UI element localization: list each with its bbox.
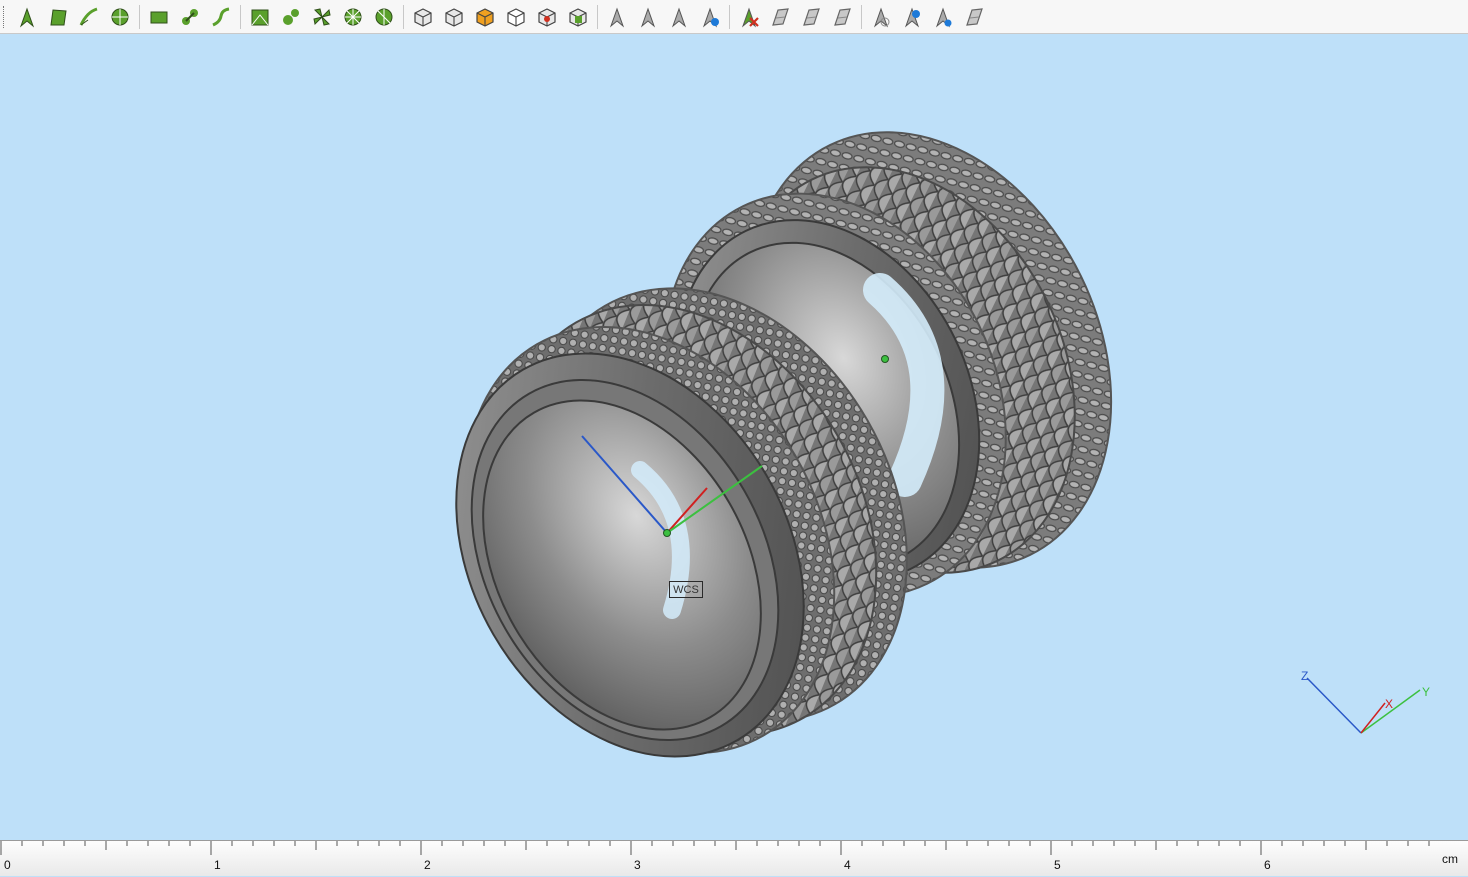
- triad-y-label: Y: [1422, 685, 1431, 699]
- arrow-delete-button[interactable]: [736, 4, 762, 30]
- link-select-icon: [179, 6, 201, 28]
- main-toolbar: [0, 0, 1468, 34]
- arrow-lines-icon: [637, 6, 659, 28]
- arrow-gauge-icon: [870, 6, 892, 28]
- cube-grid-button[interactable]: [565, 4, 591, 30]
- wcs-origin-point[interactable]: [663, 529, 671, 537]
- ruler-label: 4: [844, 858, 851, 872]
- cube-grid-icon: [567, 6, 589, 28]
- select-sphere-button[interactable]: [107, 4, 133, 30]
- surface-flat-icon: [831, 6, 853, 28]
- measurement-ruler: 0 1 2 3 4 5 6 cm: [0, 840, 1468, 876]
- triad-z-axis: [1306, 677, 1362, 734]
- arrow-multi-button[interactable]: [666, 4, 692, 30]
- toolbar-separator: [403, 4, 404, 29]
- arrow-pick-button[interactable]: [604, 4, 630, 30]
- ruler-label: 3: [634, 858, 641, 872]
- toolbar-grip[interactable]: [3, 5, 6, 28]
- toolbar-separator: [597, 4, 598, 29]
- mesh-select-button[interactable]: [247, 4, 273, 30]
- 3d-viewport[interactable]: WCS Z Y X: [0, 35, 1468, 840]
- ruler-label: 6: [1264, 858, 1271, 872]
- wheel-partial-select-button[interactable]: [371, 4, 397, 30]
- scene-canvas[interactable]: [0, 35, 1468, 840]
- select-sphere-icon: [109, 6, 131, 28]
- surface-shade-icon: [769, 6, 791, 28]
- toolbar-separator: [139, 4, 140, 29]
- ruler-label: 1: [214, 858, 221, 872]
- triad-z-label: Z: [1301, 669, 1309, 683]
- pivot-point[interactable]: [881, 355, 889, 363]
- select-curve-button[interactable]: [76, 4, 102, 30]
- toolbar-separator: [240, 4, 241, 29]
- cube-edges-icon: [443, 6, 465, 28]
- arrow-multi-icon: [668, 6, 690, 28]
- toolbar-separator: [861, 4, 862, 29]
- arrow-globe-icon: [699, 6, 721, 28]
- surface-copy-button[interactable]: [798, 4, 824, 30]
- path-select-button[interactable]: [208, 4, 234, 30]
- arrow-globe-button[interactable]: [697, 4, 723, 30]
- ruler-label: 2: [424, 858, 431, 872]
- select-arrow-button[interactable]: [14, 4, 40, 30]
- colored-cube-icon: [474, 6, 496, 28]
- surface-flat-button[interactable]: [829, 4, 855, 30]
- arrow-lines-button[interactable]: [635, 4, 661, 30]
- solid-cube-button[interactable]: [410, 4, 436, 30]
- wcs-label: WCS: [669, 581, 703, 598]
- path-select-icon: [210, 6, 232, 28]
- arrow-info-button[interactable]: [899, 4, 925, 30]
- wheel-select-icon: [342, 6, 364, 28]
- toolbar-separator: [729, 4, 730, 29]
- colored-cube-button[interactable]: [472, 4, 498, 30]
- solid-cube-icon: [412, 6, 434, 28]
- wire-cube-icon: [505, 6, 527, 28]
- cube-record-button[interactable]: [534, 4, 560, 30]
- clover-select-button[interactable]: [309, 4, 335, 30]
- arrow-target-icon: [932, 6, 954, 28]
- mesh-select-icon: [249, 6, 271, 28]
- toolbar-buttons: [14, 4, 992, 30]
- triad-x-label: X: [1385, 697, 1394, 711]
- ruler-label: 5: [1054, 858, 1061, 872]
- orientation-triad: [1306, 677, 1421, 734]
- node-select-button[interactable]: [278, 4, 304, 30]
- arrow-info-icon: [901, 6, 923, 28]
- arrow-pick-icon: [606, 6, 628, 28]
- cube-edges-button[interactable]: [441, 4, 467, 30]
- surface-check-button[interactable]: [961, 4, 987, 30]
- select-face-button[interactable]: [45, 4, 71, 30]
- wire-cube-button[interactable]: [503, 4, 529, 30]
- surface-check-icon: [963, 6, 985, 28]
- select-arrow-icon: [16, 6, 38, 28]
- surface-copy-icon: [800, 6, 822, 28]
- arrow-gauge-button[interactable]: [868, 4, 894, 30]
- ruler-unit: cm: [1442, 852, 1458, 866]
- surface-shade-button[interactable]: [767, 4, 793, 30]
- select-face-icon: [47, 6, 69, 28]
- rectangle-select-icon: [148, 6, 170, 28]
- rectangle-select-button[interactable]: [146, 4, 172, 30]
- select-curve-icon: [78, 6, 100, 28]
- clover-select-icon: [311, 6, 333, 28]
- cube-record-icon: [536, 6, 558, 28]
- wheel-partial-select-icon: [373, 6, 395, 28]
- wheel-select-button[interactable]: [340, 4, 366, 30]
- arrow-delete-icon: [738, 6, 760, 28]
- arrow-target-button[interactable]: [930, 4, 956, 30]
- ruler-label: 0: [4, 858, 11, 872]
- link-select-button[interactable]: [177, 4, 203, 30]
- node-select-icon: [280, 6, 302, 28]
